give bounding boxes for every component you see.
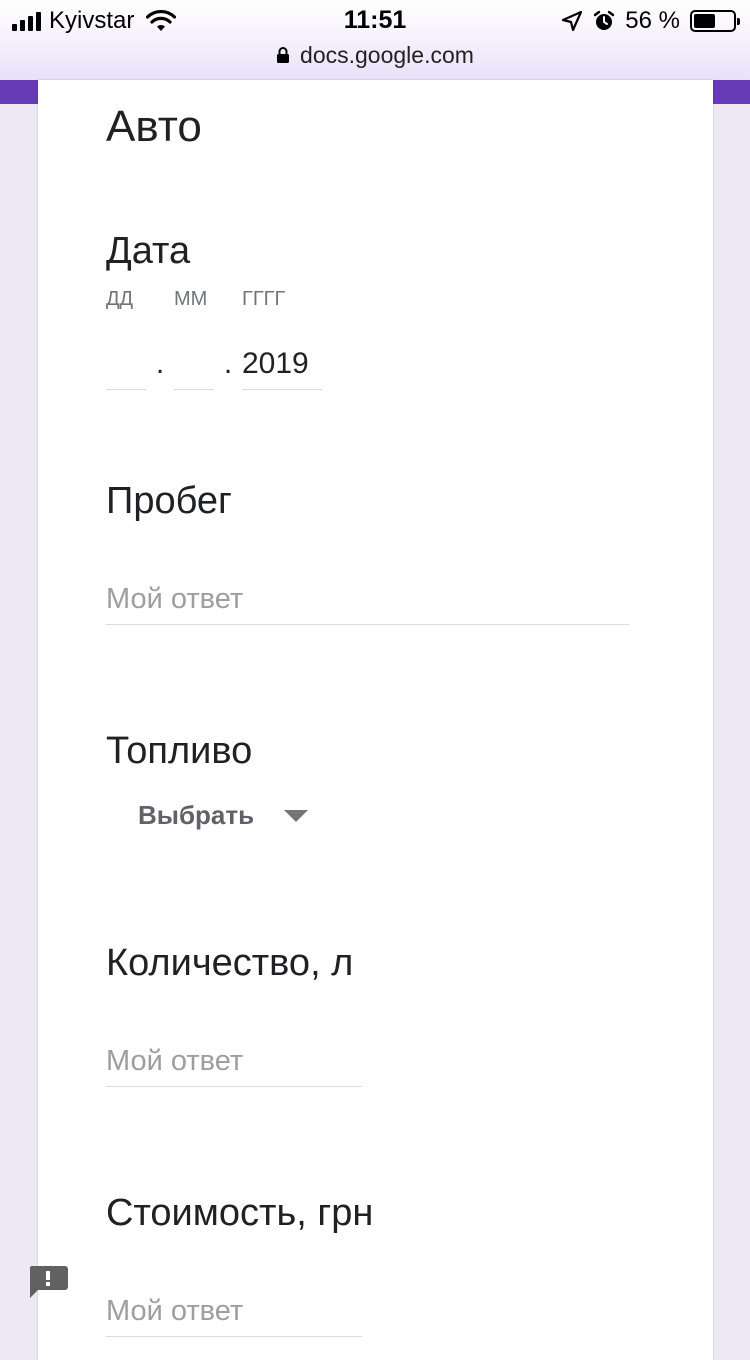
section-title: Авто	[106, 102, 202, 151]
fuel-select[interactable]: Выбрать	[138, 800, 309, 831]
alarm-clock-icon	[594, 10, 615, 30]
form-card: Авто Дата ДД ММ ГГГГ . . 2019 Пробег Мой…	[38, 80, 713, 1360]
report-abuse-icon[interactable]	[28, 1266, 68, 1298]
status-right: 56 %	[561, 7, 740, 34]
mileage-input[interactable]: Мой ответ	[106, 580, 629, 625]
question-title-fuel: Топливо	[106, 730, 253, 772]
date-input-group: . . 2019	[106, 342, 322, 390]
month-input[interactable]	[174, 342, 214, 390]
date-separator: .	[155, 347, 165, 380]
question-title-cost: Стоимость, грн	[106, 1192, 374, 1234]
dropdown-arrow-icon	[284, 809, 309, 822]
header-accent-right	[713, 80, 750, 104]
month-label: ММ	[174, 288, 208, 310]
battery-icon	[690, 10, 740, 32]
question-title-date: Дата	[106, 230, 191, 272]
location-arrow-icon	[562, 10, 583, 32]
lock-icon	[277, 47, 290, 63]
url-text[interactable]: docs.google.com	[300, 42, 474, 69]
day-input[interactable]	[106, 342, 146, 390]
header-accent-left	[0, 80, 38, 104]
status-bar: Kyivstar 11:51 56 % docs.google.com	[0, 0, 750, 80]
battery-percent: 56 %	[625, 7, 680, 34]
day-label: ДД	[106, 288, 134, 310]
question-title-quantity: Количество, л	[106, 942, 354, 984]
date-separator: .	[223, 347, 233, 380]
address-bar[interactable]: docs.google.com	[0, 40, 750, 70]
date-part-labels: ДД ММ ГГГГ	[106, 288, 285, 311]
year-label: ГГГГ	[242, 288, 286, 310]
fuel-select-value: Выбрать	[138, 800, 255, 830]
year-input[interactable]: 2019	[242, 342, 322, 390]
cost-input[interactable]: Мой ответ	[106, 1292, 362, 1337]
question-title-mileage: Пробег	[106, 480, 232, 522]
quantity-input[interactable]: Мой ответ	[106, 1042, 362, 1087]
battery-fill	[694, 14, 716, 28]
